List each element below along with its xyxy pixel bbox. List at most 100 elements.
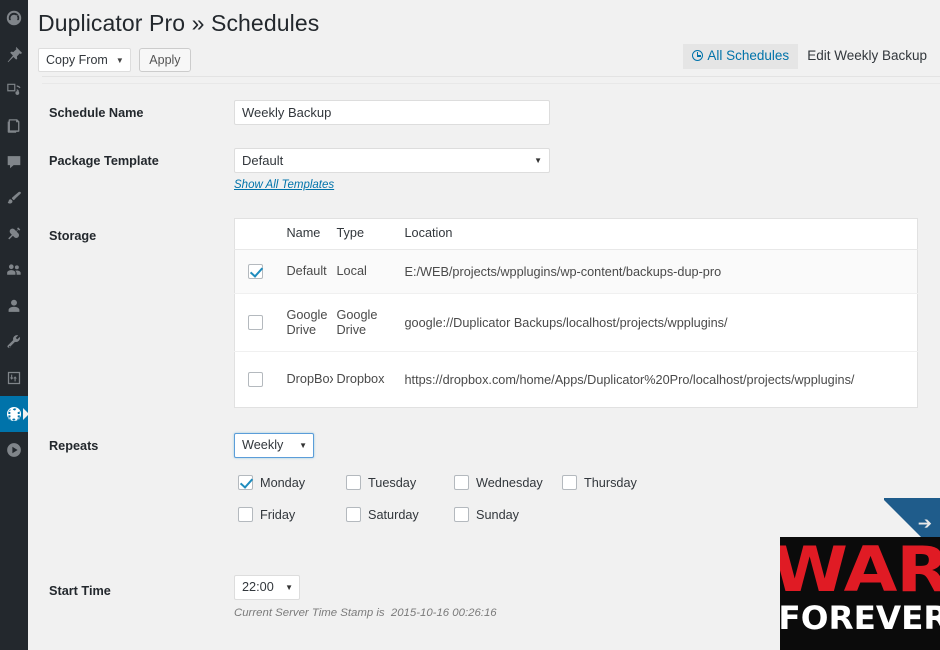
users-icon — [5, 261, 23, 279]
sidebar-item-media-play[interactable] — [0, 432, 28, 468]
sidebar-item-settings[interactable] — [0, 360, 28, 396]
sidebar-item-duplicator-pro[interactable] — [0, 396, 29, 432]
comment-icon — [5, 153, 23, 171]
globe-icon — [5, 405, 23, 423]
weekday-saturday-checkbox[interactable] — [346, 507, 361, 522]
storage-row-0-checkbox-cell — [234, 249, 277, 294]
start-time-label: Start Time — [49, 584, 111, 598]
apply-button[interactable]: Apply — [139, 48, 191, 72]
package-template-select[interactable]: Default — [234, 148, 550, 173]
weekday-sunday-label: Sunday — [476, 508, 520, 522]
content-area: Duplicator Pro » Schedules Copy From App… — [28, 0, 940, 650]
weekday-saturday[interactable]: Saturday — [346, 507, 419, 523]
sidebar-item-pages[interactable] — [0, 108, 28, 144]
weekday-friday-checkbox[interactable] — [238, 507, 253, 522]
weekday-checkbox-grid: Monday Tuesday Wednesday Thursday Friday — [234, 475, 654, 535]
table-row: Google Drive Google Drive google://Dupli… — [234, 293, 918, 352]
plug-icon — [5, 225, 23, 243]
storage-table: Name Type Location Default Local E:/WEB/… — [234, 218, 918, 408]
weekday-sunday-checkbox[interactable] — [454, 507, 469, 522]
pin-icon — [5, 45, 23, 63]
header-divider — [42, 76, 940, 77]
schedule-name-input[interactable] — [234, 100, 550, 125]
pages-icon — [5, 117, 23, 135]
nav-tab-bar: All Schedules Edit Weekly Backup — [683, 44, 936, 70]
storage-row-0-checkbox[interactable] — [248, 264, 264, 280]
storage-row-0-name: Default — [276, 249, 333, 294]
weekday-friday-label: Friday — [260, 508, 296, 522]
weekday-sunday[interactable]: Sunday — [454, 507, 519, 523]
package-template-value: Default — [242, 153, 284, 168]
sidebar-item-comments[interactable] — [0, 144, 28, 180]
admin-sidebar — [0, 0, 29, 650]
row-package-template: Package Template Default Show All Templa… — [28, 140, 940, 218]
sidebar-item-plugins[interactable] — [0, 216, 28, 252]
package-template-label: Package Template — [49, 154, 159, 168]
start-time-select[interactable]: 22:00 — [234, 575, 300, 600]
tab-all-schedules[interactable]: All Schedules — [683, 44, 799, 69]
weekday-wednesday-label: Wednesday — [476, 476, 543, 490]
weekday-friday[interactable]: Friday — [238, 507, 295, 523]
row-start-time: Start Time 22:00 Current Server Time Sta… — [28, 567, 940, 637]
row-repeats: Repeats Weekly Monday Tuesday Wednesday — [28, 425, 940, 567]
sidebar-item-appearance[interactable] — [0, 180, 28, 216]
storage-row-1-type: Google Drive — [332, 293, 395, 352]
storage-row-1-checkbox[interactable] — [248, 315, 264, 331]
show-all-templates-link[interactable]: Show All Templates — [234, 179, 334, 191]
table-header-row: Name Type Location — [234, 218, 918, 250]
sidebar-item-dashboard[interactable] — [0, 0, 28, 36]
sidebar-item-profile[interactable] — [0, 288, 28, 324]
sidebar-item-media[interactable] — [0, 72, 28, 108]
admin-screen: Duplicator Pro » Schedules Copy From App… — [0, 0, 940, 650]
weekday-tuesday-label: Tuesday — [368, 476, 417, 490]
weekday-saturday-label: Saturday — [368, 508, 419, 522]
schedule-form: Schedule Name Package Template Default S… — [28, 92, 940, 637]
weekday-monday[interactable]: Monday — [238, 475, 305, 491]
storage-th-location: Location — [394, 218, 918, 250]
dashboard-icon — [5, 9, 23, 27]
weekday-monday-label: Monday — [260, 476, 306, 490]
row-schedule-name: Schedule Name — [28, 92, 940, 140]
server-time-note: Current Server Time Stamp is 2015-10-16 … — [234, 607, 497, 619]
copy-from-label: Copy From — [46, 53, 108, 67]
header-divider-2 — [42, 83, 940, 84]
clock-icon — [692, 50, 704, 61]
table-row: Default Local E:/WEB/projects/wpplugins/… — [234, 249, 918, 294]
sidebar-item-posts[interactable] — [0, 36, 28, 72]
table-row: DropBox Dropbox https://dropbox.com/home… — [235, 352, 918, 408]
storage-row-1-name: Google Drive — [276, 293, 333, 352]
storage-row-1-checkbox-cell — [234, 293, 277, 352]
tab-edit-weekly-backup[interactable]: Edit Weekly Backup — [798, 44, 936, 69]
sidebar-item-users[interactable] — [0, 252, 28, 288]
storage-row-0-type: Local — [332, 249, 395, 294]
weekday-thursday-checkbox[interactable] — [562, 475, 577, 490]
weekday-wednesday[interactable]: Wednesday — [454, 475, 543, 491]
weekday-thursday[interactable]: Thursday — [562, 475, 637, 491]
storage-row-2-name: DropBox — [286, 372, 333, 386]
storage-label: Storage — [49, 229, 97, 243]
sliders-icon — [5, 369, 23, 387]
apply-label: Apply — [149, 53, 181, 67]
weekday-monday-checkbox[interactable] — [238, 475, 253, 490]
page-title: Duplicator Pro » Schedules — [38, 10, 320, 36]
storage-row-2-type: Dropbox — [336, 372, 385, 386]
sidebar-item-tools[interactable] — [0, 324, 28, 360]
wrench-icon — [5, 333, 23, 351]
storage-row-2-checkbox[interactable] — [248, 372, 264, 388]
storage-th-select — [234, 218, 277, 250]
weekday-wednesday-checkbox[interactable] — [454, 475, 469, 490]
storage-th-name: Name — [276, 218, 333, 250]
schedule-name-label: Schedule Name — [49, 106, 144, 120]
copy-from-select[interactable]: Copy From — [38, 48, 131, 72]
repeats-select[interactable]: Weekly — [234, 433, 314, 458]
start-time-value: 22:00 — [242, 580, 274, 594]
media-icon — [5, 81, 23, 99]
row-storage: Storage Name Type Location Default Local… — [28, 218, 940, 425]
weekday-tuesday[interactable]: Tuesday — [346, 475, 416, 491]
user-icon — [5, 297, 23, 315]
play-circle-icon — [5, 441, 23, 459]
repeats-label: Repeats — [49, 439, 99, 453]
weekday-tuesday-checkbox[interactable] — [346, 475, 361, 490]
storage-row-1-location: google://Duplicator Backups/localhost/pr… — [394, 293, 918, 352]
weekday-thursday-label: Thursday — [584, 476, 637, 490]
